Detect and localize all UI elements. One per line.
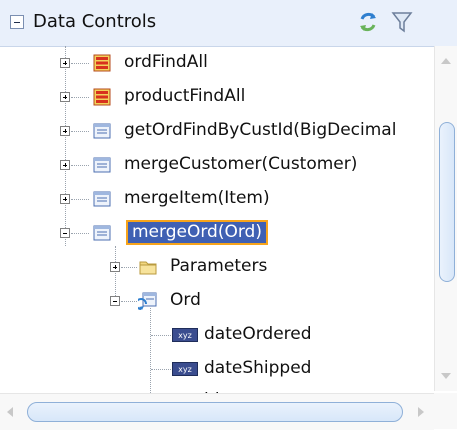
- collapse-toggle[interactable]: [60, 228, 70, 238]
- method-icon: [93, 157, 111, 173]
- tree-item-label: mergeOrd(Ord): [126, 220, 268, 245]
- filter-icon[interactable]: [390, 10, 414, 34]
- tree-item-id[interactable]: xyz id: [0, 384, 433, 393]
- horizontal-scroll-thumb[interactable]: [27, 402, 403, 422]
- tree-item-productfindall[interactable]: productFindAll: [0, 80, 433, 114]
- tree-item-dateordered[interactable]: xyz dateOrdered: [0, 318, 433, 352]
- collapse-panel-button[interactable]: [10, 15, 24, 29]
- expand-toggle[interactable]: [60, 126, 70, 136]
- expand-toggle[interactable]: [60, 92, 70, 102]
- scroll-down-icon[interactable]: [441, 373, 451, 379]
- attribute-icon: xyz: [172, 328, 198, 342]
- tree-item-parameters[interactable]: Parameters: [0, 250, 433, 284]
- tree-item-mergeitem[interactable]: mergeItem(Item): [0, 182, 433, 216]
- tree-item-label: dateOrdered: [204, 324, 312, 344]
- data-controls-panel: Data Controls ordFindAll productFindAll …: [0, 0, 457, 430]
- scroll-right-icon[interactable]: [418, 407, 424, 417]
- tree-item-ord[interactable]: Ord: [0, 284, 433, 318]
- vertical-scroll-thumb[interactable]: [439, 122, 455, 282]
- expand-toggle[interactable]: [60, 58, 70, 68]
- panel-title: Data Controls: [33, 11, 157, 32]
- tree-item-label: ordFindAll: [124, 52, 208, 72]
- collapse-toggle[interactable]: [110, 296, 120, 306]
- data-controls-tree: ordFindAll productFindAll getOrdFindByCu…: [0, 46, 433, 393]
- scrollbar-corner: [434, 393, 457, 429]
- vertical-scrollbar[interactable]: [434, 46, 457, 391]
- refresh-icon[interactable]: [356, 10, 380, 34]
- scroll-up-icon[interactable]: [441, 58, 451, 64]
- method-icon: [93, 123, 111, 139]
- tree-item-label: getOrdFindByCustId(BigDecimal: [124, 120, 397, 140]
- tree-item-dateshipped[interactable]: xyz dateShipped: [0, 352, 433, 386]
- folder-icon: [139, 261, 157, 275]
- tree-item-label: Ord: [170, 290, 201, 310]
- svg-text:xyz: xyz: [178, 365, 192, 374]
- method-icon: [93, 225, 111, 241]
- method-icon: [93, 191, 111, 207]
- expand-toggle[interactable]: [110, 262, 120, 272]
- tree-item-label: dateShipped: [204, 358, 312, 378]
- tree-item-label: productFindAll: [124, 86, 246, 106]
- tree-item-getordfindbycustid[interactable]: getOrdFindByCustId(BigDecimal: [0, 114, 433, 148]
- panel-header: Data Controls: [0, 0, 457, 47]
- tree-item-ordfindall[interactable]: ordFindAll: [0, 46, 433, 80]
- svg-text:xyz: xyz: [178, 331, 192, 340]
- expand-toggle[interactable]: [60, 194, 70, 204]
- tree-item-label: mergeItem(Item): [124, 188, 270, 208]
- scroll-left-icon[interactable]: [7, 407, 13, 417]
- tree-item-label: Parameters: [170, 256, 268, 276]
- horizontal-scrollbar[interactable]: [0, 393, 434, 430]
- attribute-icon: xyz: [172, 362, 198, 376]
- tree-item-mergecustomer[interactable]: mergeCustomer(Customer): [0, 148, 433, 182]
- collection-icon: [93, 88, 111, 106]
- return-object-icon: [138, 292, 157, 310]
- expand-toggle[interactable]: [60, 160, 70, 170]
- tree-item-mergeord[interactable]: mergeOrd(Ord): [0, 216, 433, 250]
- tree-item-label: mergeCustomer(Customer): [124, 154, 358, 174]
- collection-icon: [93, 54, 111, 72]
